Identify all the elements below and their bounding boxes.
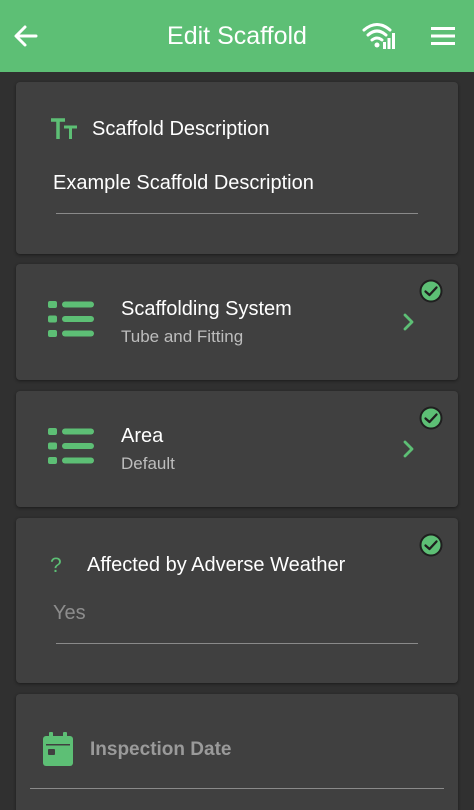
description-label: Scaffold Description	[92, 118, 270, 140]
area-value: Default	[121, 454, 175, 473]
scaffolding-system-title: Scaffolding System	[121, 298, 292, 320]
app-bar: Edit Scaffold	[0, 0, 474, 72]
area-row[interactable]: Area Default	[16, 391, 458, 507]
adverse-weather-label: Affected by Adverse Weather	[87, 554, 346, 576]
chevron-right-icon[interactable]	[402, 312, 416, 332]
inspection-date-card[interactable]: Inspection Date	[16, 694, 458, 810]
adverse-weather-underline	[56, 643, 418, 644]
question-icon: ?	[50, 554, 62, 577]
calendar-icon	[43, 732, 73, 766]
inspection-date-label: Inspection Date	[90, 739, 232, 760]
area-title: Area	[121, 425, 164, 447]
adverse-weather-card: ? Affected by Adverse Weather Yes	[16, 518, 458, 683]
scaffolding-system-row[interactable]: Scaffolding System Tube and Fitting	[16, 264, 458, 380]
check-circle-icon	[419, 406, 443, 430]
scaffolding-system-value: Tube and Fitting	[121, 327, 244, 346]
wifi-signal-icon[interactable]	[362, 20, 396, 50]
text-format-icon	[51, 118, 77, 139]
page-title: Edit Scaffold	[167, 22, 307, 50]
chevron-right-icon[interactable]	[402, 439, 416, 459]
list-icon	[48, 428, 94, 464]
adverse-weather-select[interactable]: Yes	[53, 602, 86, 625]
hamburger-menu-icon[interactable]	[430, 24, 456, 48]
description-underline	[56, 213, 418, 214]
check-circle-icon	[419, 279, 443, 303]
description-input[interactable]: Example Scaffold Description	[53, 172, 314, 195]
check-circle-icon	[419, 533, 443, 557]
inspection-date-underline	[30, 788, 444, 789]
description-card: Scaffold Description Example Scaffold De…	[16, 82, 458, 254]
list-icon	[48, 301, 94, 337]
